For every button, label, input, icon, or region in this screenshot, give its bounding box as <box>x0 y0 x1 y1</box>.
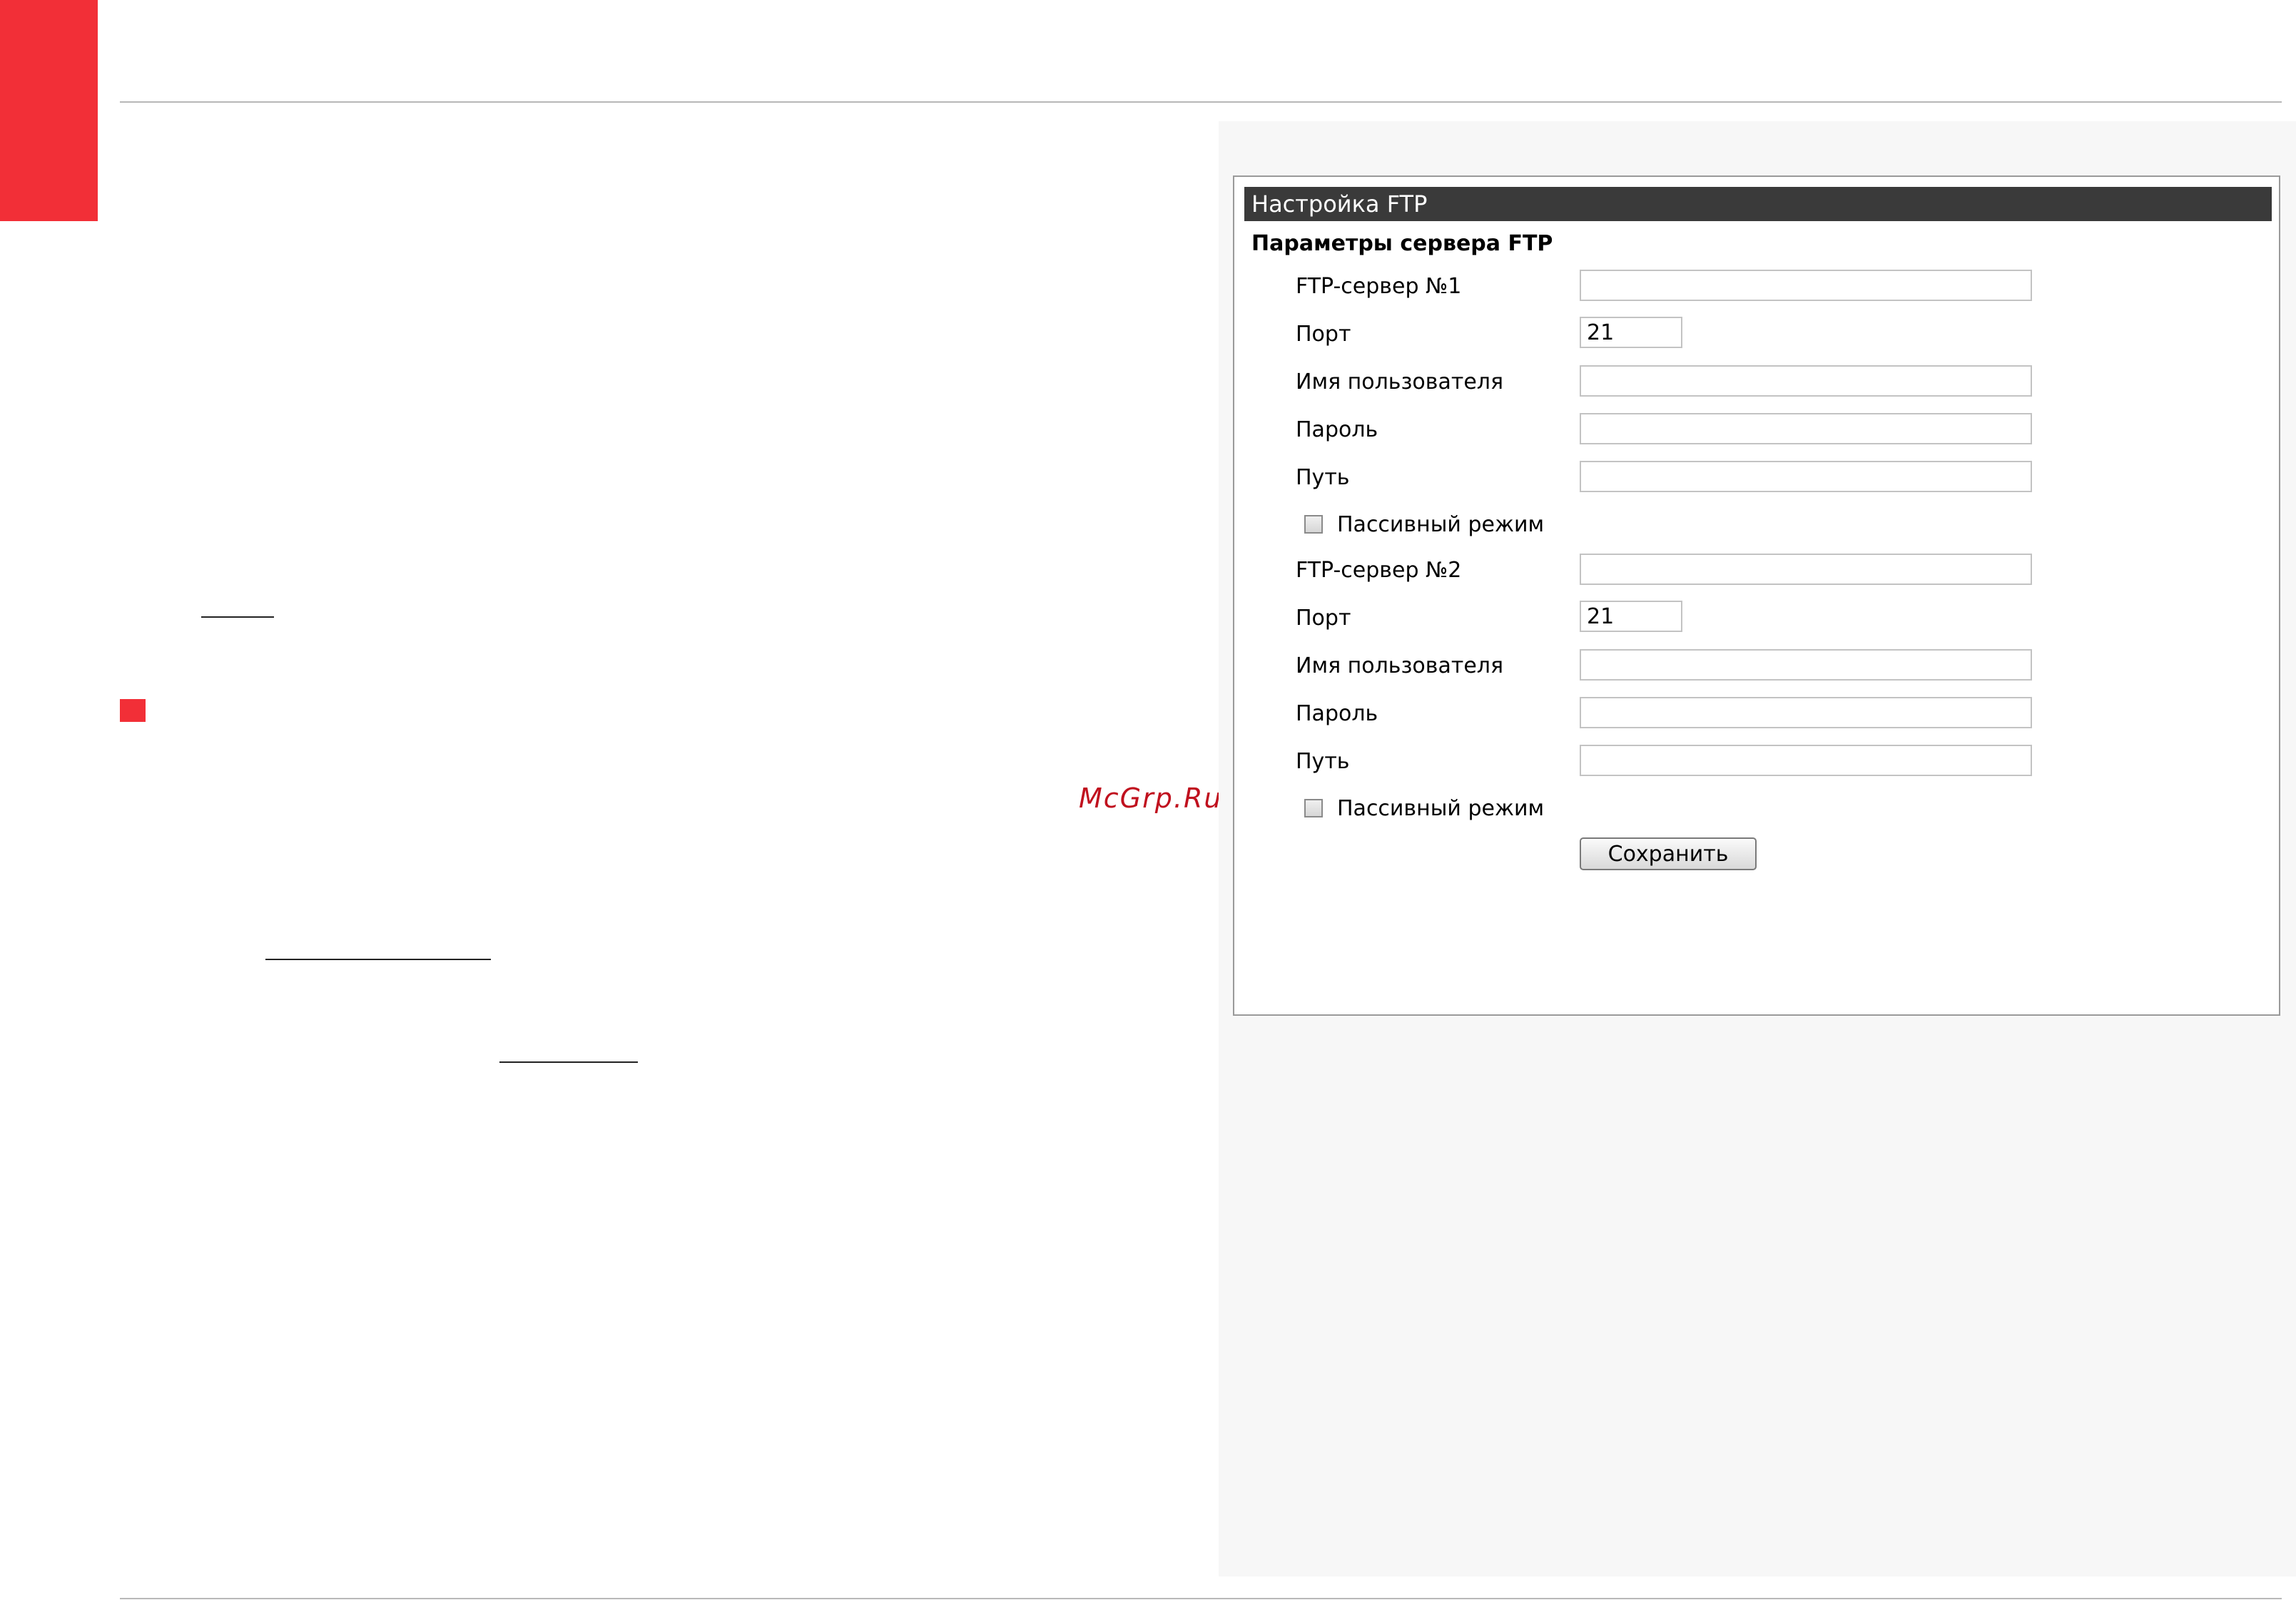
ftp-server-2-label: FTP-сервер №2 <box>1296 558 1462 583</box>
password-1-input[interactable] <box>1580 413 2032 444</box>
panel-title: Настройка FTP <box>1244 187 2272 221</box>
section-heading: Параметры сервера FTP <box>1251 231 1553 256</box>
underline-mark <box>499 1061 638 1063</box>
port-1-input[interactable] <box>1580 317 1682 348</box>
password-1-label: Пароль <box>1296 417 1378 442</box>
passive-mode-1-label: Пассивный режим <box>1337 512 1545 537</box>
password-2-label: Пароль <box>1296 701 1378 726</box>
underline-mark <box>265 959 491 960</box>
ftp-settings-panel: Настройка FTP Параметры сервера FTP FTP-… <box>1233 175 2280 1016</box>
ftp-server-1-label: FTP-сервер №1 <box>1296 274 1462 299</box>
passive-mode-1-checkbox[interactable] <box>1304 515 1323 534</box>
red-corner-tab <box>0 0 98 221</box>
footer-divider <box>120 1598 2282 1599</box>
header-divider <box>120 101 2282 103</box>
path-2-label: Путь <box>1296 749 1350 774</box>
passive-mode-2-label: Пассивный режим <box>1337 796 1545 821</box>
watermark: McGrp.Ru <box>1079 783 1223 814</box>
ftp-server-1-input[interactable] <box>1580 270 2032 301</box>
username-1-input[interactable] <box>1580 365 2032 397</box>
username-1-label: Имя пользователя <box>1296 370 1504 394</box>
passive-mode-2-checkbox[interactable] <box>1304 799 1323 817</box>
path-2-input[interactable] <box>1580 745 2032 776</box>
port-2-input[interactable] <box>1580 601 1682 632</box>
ftp-server-2-input[interactable] <box>1580 554 2032 585</box>
port-2-label: Порт <box>1296 606 1351 631</box>
port-1-label: Порт <box>1296 322 1351 347</box>
path-1-label: Путь <box>1296 465 1350 490</box>
red-bullet-marker <box>120 699 146 722</box>
underline-mark <box>201 616 274 618</box>
path-1-input[interactable] <box>1580 461 2032 492</box>
save-button[interactable]: Сохранить <box>1580 837 1757 870</box>
username-2-label: Имя пользователя <box>1296 653 1504 678</box>
password-2-input[interactable] <box>1580 697 2032 728</box>
username-2-input[interactable] <box>1580 649 2032 681</box>
